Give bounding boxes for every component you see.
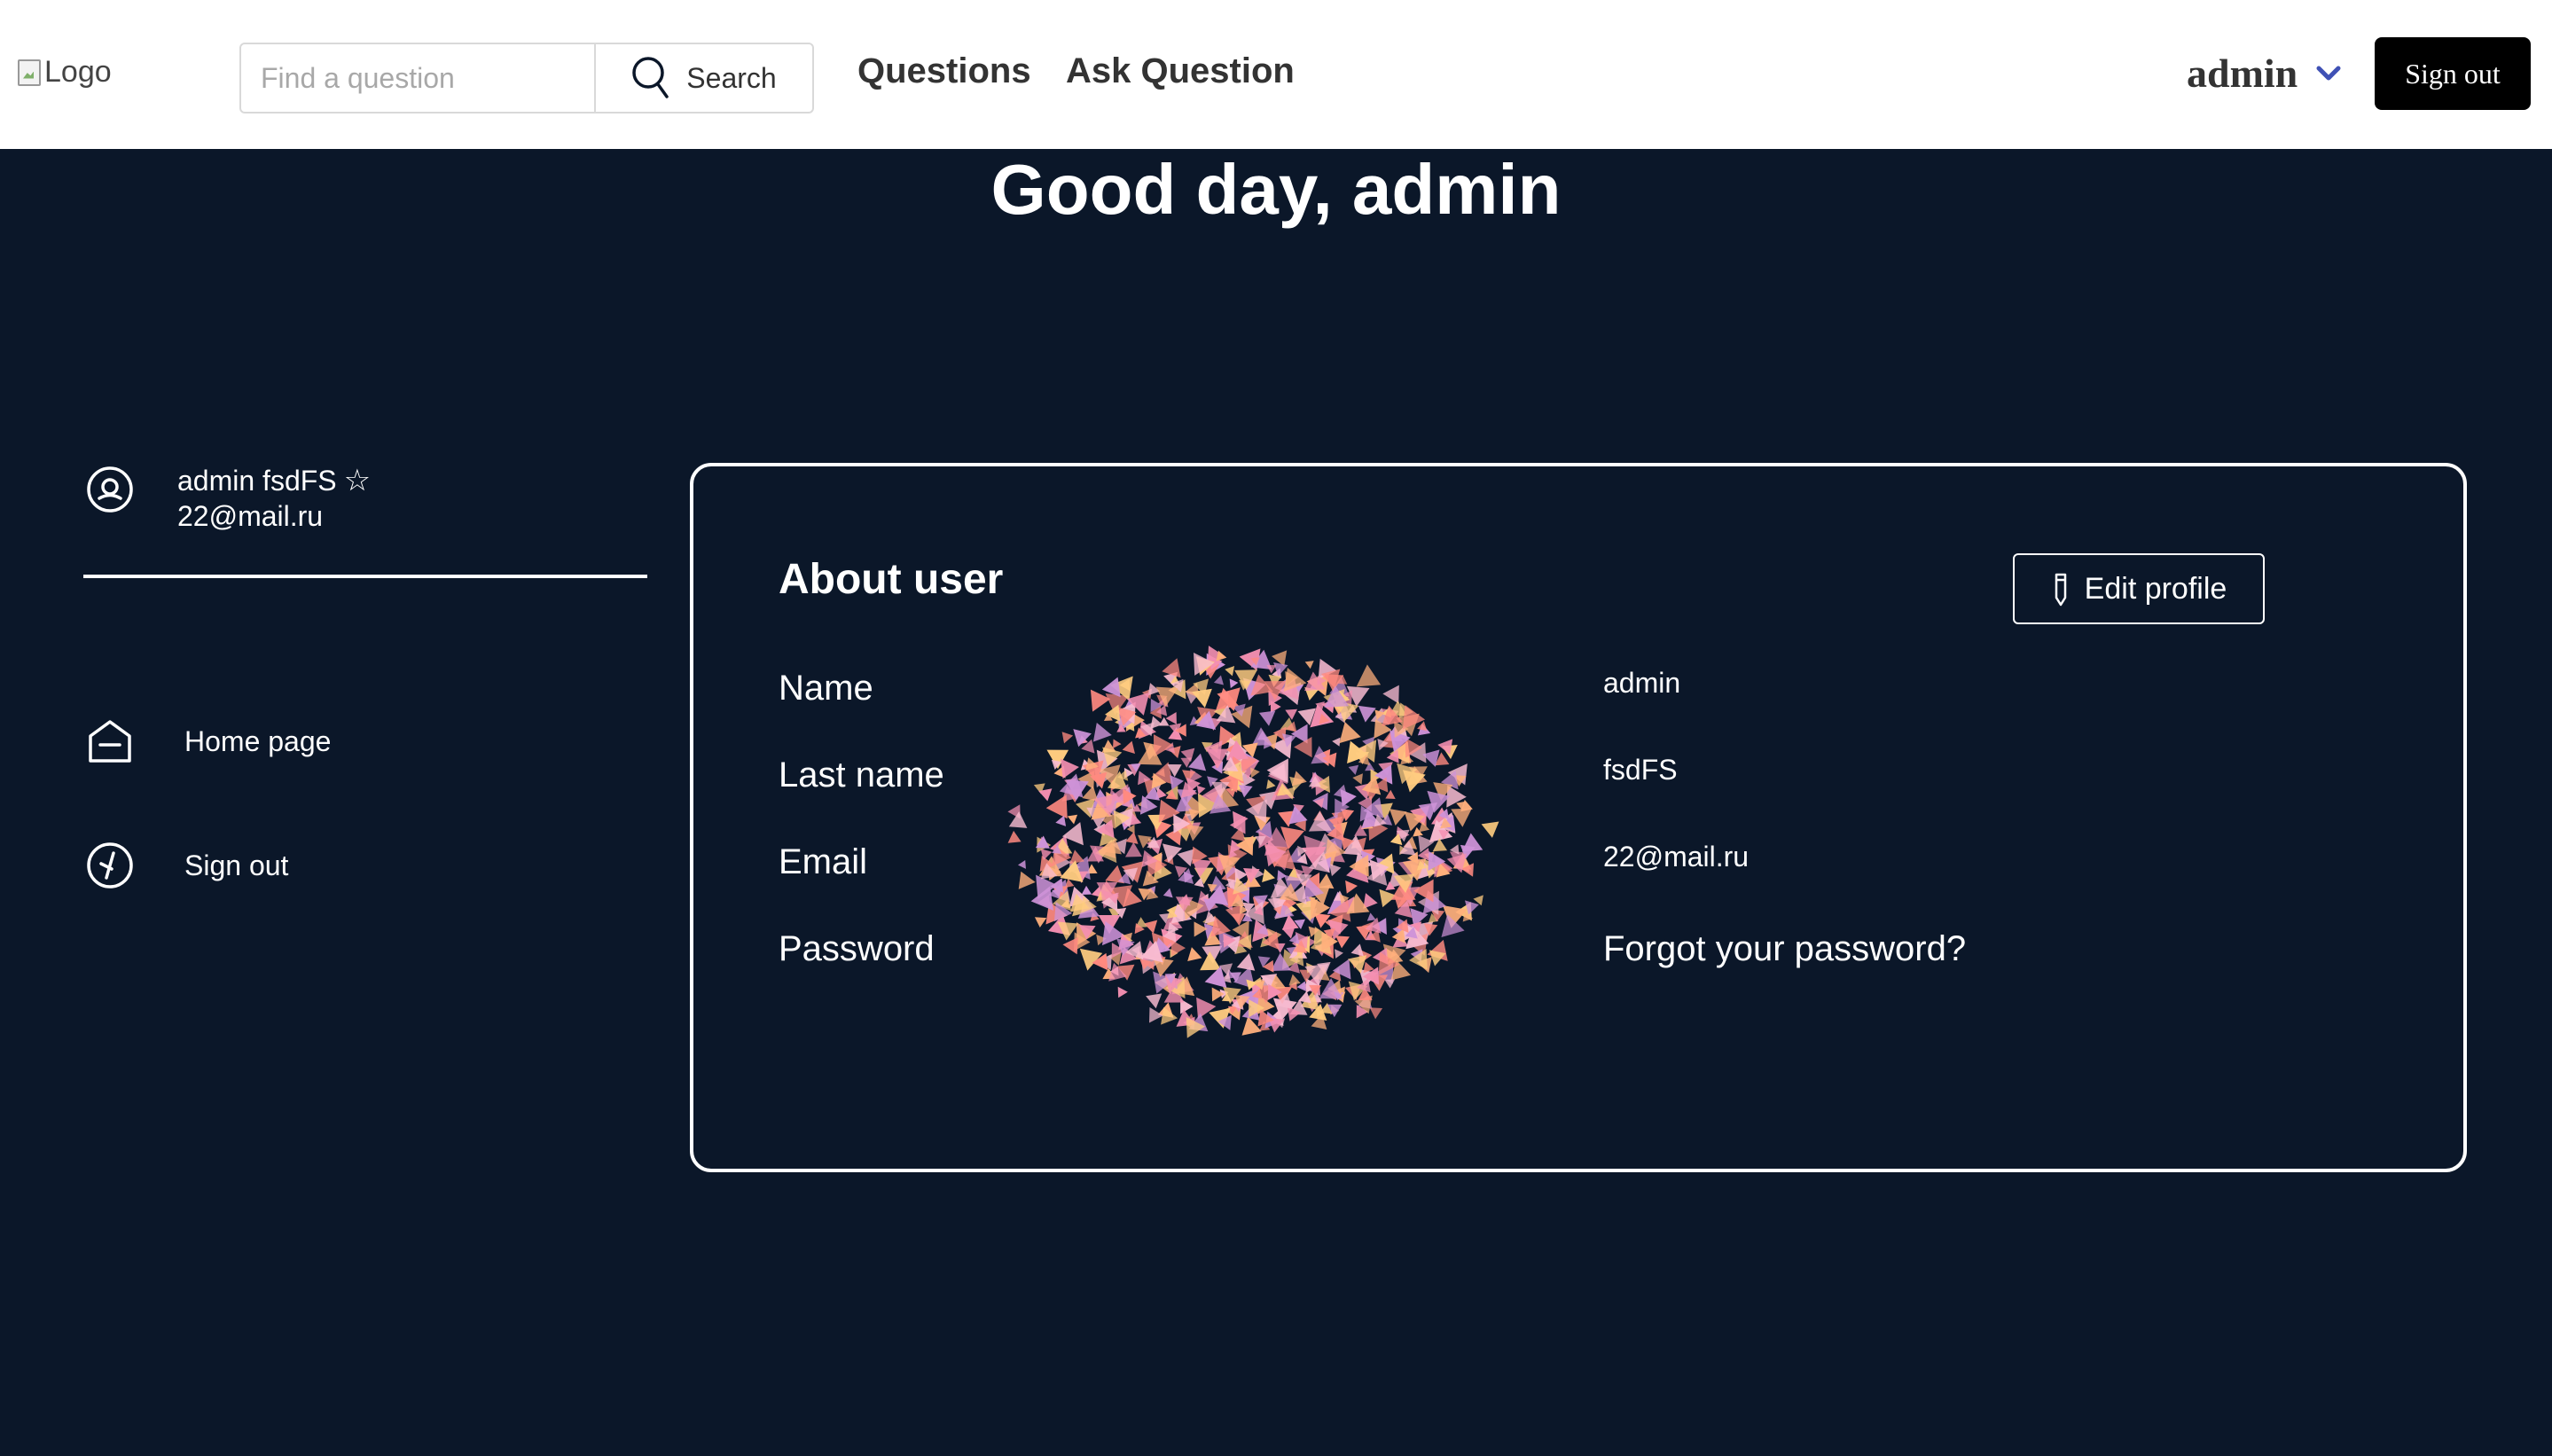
confetti-piece — [1122, 740, 1135, 755]
field-label-last-name: Last name — [779, 755, 944, 795]
confetti-piece — [1117, 986, 1128, 998]
top-navbar: Logo Search Questions Ask Question admin… — [0, 0, 2552, 149]
confetti-piece — [1382, 685, 1399, 704]
confetti-piece — [1148, 1006, 1163, 1023]
confetti-piece — [1061, 732, 1074, 744]
logo[interactable]: Logo — [18, 55, 112, 90]
sidebar-user-email: 22@mail.ru — [177, 500, 324, 532]
confetti-piece — [1067, 814, 1078, 825]
confetti-piece — [1081, 885, 1092, 895]
confetti-piece — [1322, 752, 1337, 768]
field-label-name: Name — [779, 669, 873, 708]
edit-profile-button[interactable]: Edit profile — [2013, 553, 2265, 624]
confetti-piece — [1092, 722, 1112, 742]
logo-alt-text: Logo — [44, 55, 112, 89]
confetti-piece — [1213, 675, 1224, 685]
confetti-piece — [1225, 666, 1235, 677]
search-form: Search — [239, 43, 814, 114]
user-menu-name: admin — [2187, 51, 2298, 96]
confetti-piece — [1348, 764, 1359, 775]
confetti-piece — [1266, 779, 1276, 789]
sidebar-item-sign-out[interactable]: Sign out — [85, 841, 288, 890]
confetti-piece — [1055, 815, 1067, 826]
confetti-piece — [1385, 789, 1396, 800]
home-icon — [89, 720, 131, 763]
confetti-piece — [1187, 947, 1202, 962]
sidebar-user-name: admin fsdFS — [177, 465, 337, 497]
card-title: About user — [779, 556, 1004, 603]
edit-profile-label: Edit profile — [2084, 571, 2227, 606]
confetti-piece — [1018, 871, 1036, 889]
confetti-piece — [1384, 979, 1396, 989]
greeting-heading: Good day, admin — [990, 150, 1562, 229]
pencil-icon — [2055, 573, 2066, 607]
forgot-password-link[interactable]: Forgot your password? — [1603, 929, 1966, 969]
confetti-decoration — [1007, 646, 1499, 1038]
confetti-piece — [1165, 712, 1177, 725]
nav-ask-question-link[interactable]: Ask Question — [1066, 51, 1295, 91]
sidebar-item-label: Sign out — [184, 849, 289, 881]
field-value-last-name: fsdFS — [1603, 754, 1678, 786]
field-label-password: Password — [779, 929, 935, 968]
confetti-piece — [1304, 661, 1314, 669]
confetti-piece — [1162, 888, 1173, 898]
confetti-piece — [1335, 935, 1350, 949]
sign-out-icon — [87, 842, 133, 888]
nav-questions-link[interactable]: Questions — [857, 51, 1031, 91]
search-button[interactable]: Search — [596, 44, 812, 112]
confetti-piece — [1366, 912, 1376, 921]
field-label-email: Email — [779, 842, 868, 881]
star-icon: ☆ — [343, 464, 372, 497]
confetti-piece — [1432, 838, 1448, 852]
confetti-piece — [1034, 917, 1047, 928]
confetti-piece — [1229, 678, 1239, 689]
confetti-piece — [1345, 880, 1358, 894]
search-input[interactable] — [241, 44, 596, 112]
sidebar-divider — [83, 575, 647, 578]
confetti-piece — [1017, 860, 1026, 869]
sidebar-user-info: admin fsdFS ☆ 22@mail.ru — [177, 463, 371, 534]
confetti-piece — [1481, 821, 1499, 838]
field-value-email: 22@mail.ru — [1603, 841, 1750, 873]
user-circle-icon — [87, 466, 133, 513]
search-icon — [632, 57, 669, 98]
field-value-name: admin — [1603, 667, 1681, 699]
confetti-piece — [1285, 708, 1298, 720]
sidebar-item-home[interactable]: Home page — [85, 716, 331, 766]
confetti-piece — [1146, 993, 1162, 1009]
confetti-piece — [1007, 830, 1022, 843]
search-button-label: Search — [686, 61, 777, 94]
chevron-down-icon — [2316, 66, 2341, 80]
confetti-piece — [1241, 1016, 1262, 1036]
header-sign-out-button[interactable]: Sign out — [2375, 37, 2531, 110]
broken-image-icon — [18, 59, 41, 86]
user-menu-dropdown[interactable]: admin — [2187, 50, 2342, 97]
confetti-piece — [1379, 888, 1397, 908]
sidebar-item-label: Home page — [184, 724, 332, 757]
confetti-piece — [1270, 701, 1281, 713]
